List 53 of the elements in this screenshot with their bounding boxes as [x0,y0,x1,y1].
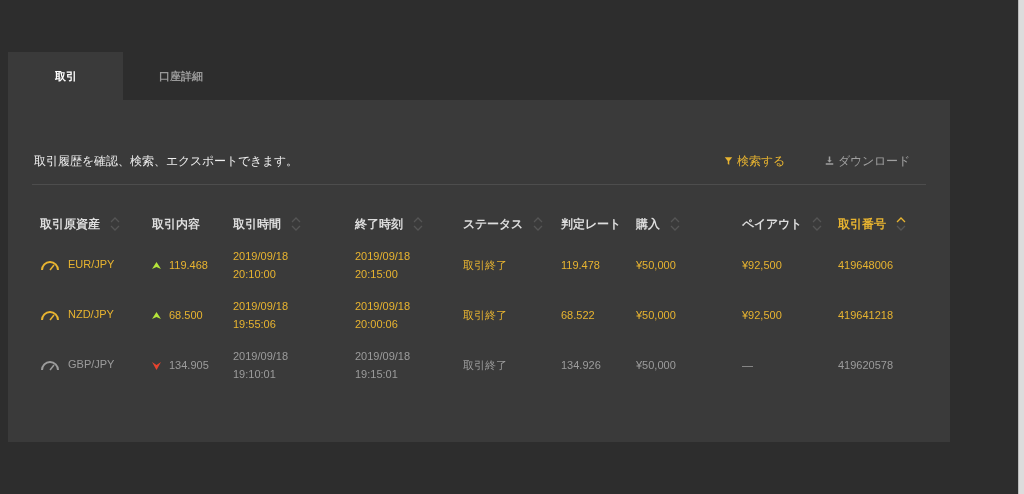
filter-icon [724,156,733,166]
column-header[interactable]: ステータス [463,215,523,233]
payout-amount: ¥92,500 [742,259,782,272]
sort-icon[interactable] [896,217,906,231]
scrollbar[interactable] [1018,0,1024,494]
judge-rate: 134.926 [561,359,601,372]
end-time: 20:15:00 [355,267,399,282]
end-time: 20:00:06 [355,317,399,332]
description-text: 取引履歴を確認、検索、エクスポートできます。 [33,153,299,170]
gauge-icon [40,258,60,271]
status-text: 取引終了 [463,359,507,372]
start-time: 19:55:06 [233,317,277,332]
end-time: 2019/09/18 [355,299,412,315]
column-header[interactable]: ペイアウト [742,215,802,233]
purchase-amount: ¥50,000 [636,359,676,372]
payout-amount: ¥92,500 [742,309,782,322]
column-header[interactable]: 取引原資産 [40,215,100,233]
purchase-amount: ¥50,000 [636,259,676,272]
tab[interactable]: 口座詳細 [123,52,238,100]
column-header[interactable]: 判定レート [561,215,621,233]
judge-rate: 68.522 [561,309,595,322]
gauge-icon [40,308,60,321]
column-header[interactable]: 取引内容 [152,215,200,233]
trade-number: 419620578 [838,359,894,372]
judge-rate: 119.478 [561,259,600,272]
tab[interactable]: 取引 [8,52,123,100]
gauge-icon [40,358,60,371]
status-text: 取引終了 [463,309,507,322]
end-time: 2019/09/18 [355,349,412,365]
payout-amount: — [742,359,753,372]
end-time: 19:15:01 [355,367,399,382]
entry-rate: 68.500 [169,308,203,324]
download-icon [825,156,834,166]
start-time: 2019/09/18 [233,299,290,315]
asset-name: EUR/JPY [68,256,115,272]
asset-name: NZD/JPY [68,306,114,322]
start-time: 2019/09/18 [233,249,290,265]
asset-name: GBP/JPY [68,356,115,372]
start-time: 19:10:01 [233,367,277,382]
column-header[interactable]: 取引番号 [838,215,886,233]
trade-number: 419641218 [838,309,894,322]
end-time: 2019/09/18 [355,249,412,265]
entry-rate: 134.905 [169,357,209,373]
entry-rate: 119.468 [169,258,208,274]
start-time: 2019/09/18 [233,349,290,365]
column-header[interactable]: 終了時刻 [355,215,403,233]
search-button[interactable]: 検索する [724,152,785,170]
start-time: 20:10:00 [233,267,277,282]
column-header[interactable]: 取引時間 [233,215,281,233]
column-header[interactable]: 購入 [636,215,660,233]
trade-number: 419648006 [838,259,894,272]
purchase-amount: ¥50,000 [636,309,676,322]
status-text: 取引終了 [463,259,507,272]
